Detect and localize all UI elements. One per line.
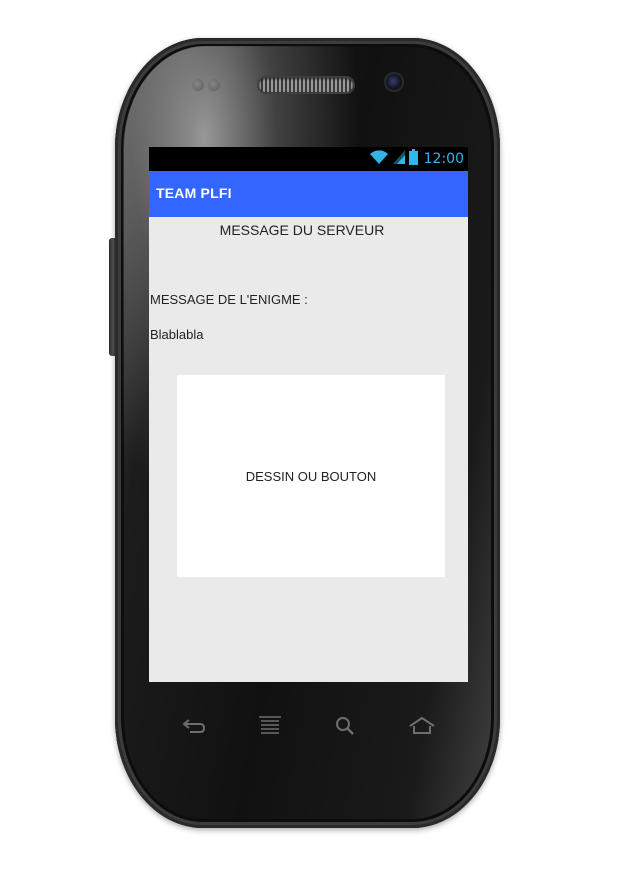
status-icons: 12:00 bbox=[369, 148, 464, 170]
home-icon[interactable] bbox=[402, 708, 442, 744]
earpiece-speaker bbox=[259, 78, 353, 92]
front-camera bbox=[386, 74, 402, 90]
drawing-or-button-area[interactable]: DESSIN OU BOUTON bbox=[177, 375, 445, 577]
status-bar: 12:00 bbox=[149, 147, 468, 171]
navigation-bar bbox=[160, 708, 460, 744]
signal-icon bbox=[392, 149, 406, 170]
status-time: 12:00 bbox=[423, 151, 464, 167]
battery-icon bbox=[408, 148, 418, 170]
action-bar: TEAM PLFI bbox=[149, 171, 468, 217]
back-icon[interactable] bbox=[173, 708, 213, 744]
app-title: TEAM PLFI bbox=[156, 185, 232, 201]
device-screen: 12:00 TEAM PLFI MESSAGE DU SERVEUR MESSA… bbox=[149, 147, 468, 682]
menu-icon[interactable] bbox=[250, 708, 290, 744]
server-message: MESSAGE DU SERVEUR bbox=[219, 222, 385, 238]
drawing-area-label: DESSIN OU BOUTON bbox=[245, 468, 377, 484]
wifi-icon bbox=[369, 149, 389, 170]
search-icon[interactable] bbox=[325, 708, 365, 744]
enigma-text: Blablabla bbox=[150, 327, 204, 342]
enigma-label: MESSAGE DE L'ENIGME : bbox=[150, 292, 308, 307]
proximity-sensor bbox=[190, 78, 232, 92]
